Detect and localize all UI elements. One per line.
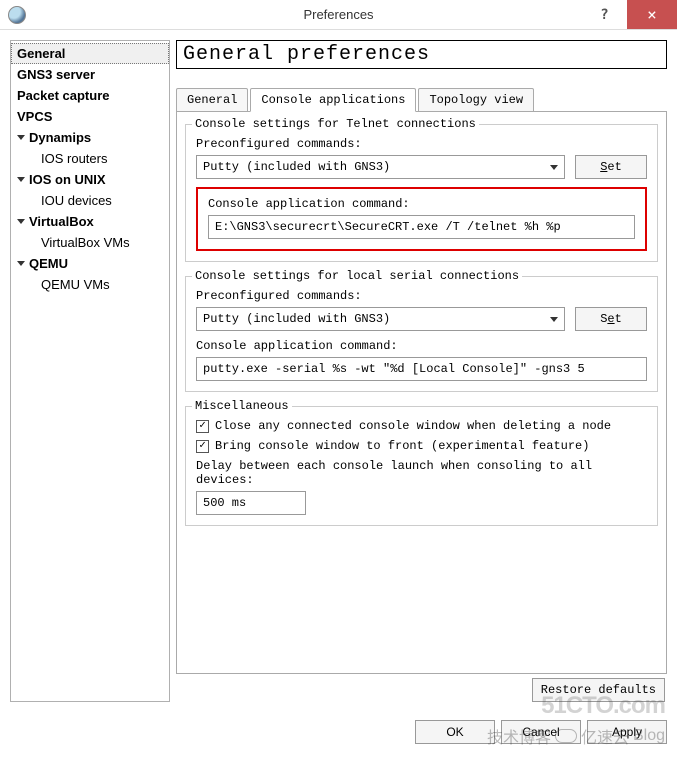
close-button[interactable]: × <box>627 0 677 29</box>
ok-button[interactable]: OK <box>415 720 495 744</box>
tab-general[interactable]: General <box>176 88 248 112</box>
window-title: Preferences <box>303 7 373 22</box>
group-serial-console: Console settings for local serial connec… <box>185 276 658 392</box>
combo-value: 500 ms <box>203 496 246 510</box>
group-telnet-console: Console settings for Telnet connections … <box>185 124 658 262</box>
tab-strip: General Console applications Topology vi… <box>176 88 667 112</box>
checkbox-close-console-row[interactable]: ✓ Close any connected console window whe… <box>196 419 647 433</box>
input-telnet-command[interactable]: E:\GNS3\securecrt\SecureCRT.exe /T /teln… <box>208 215 635 239</box>
label-serial-command: Console application command: <box>196 339 647 353</box>
sidebar-item-packet-capture[interactable]: Packet capture <box>11 85 169 106</box>
content-area: General GNS3 server Packet capture VPCS … <box>0 30 677 712</box>
input-value: putty.exe -serial %s -wt "%d [Local Cons… <box>203 362 585 376</box>
sidebar-item-general[interactable]: General <box>11 43 169 64</box>
label-preconfigured-serial: Preconfigured commands: <box>196 289 647 303</box>
sidebar-item-qemu[interactable]: QEMU <box>11 253 169 274</box>
input-serial-command[interactable]: putty.exe -serial %s -wt "%d [Local Cons… <box>196 357 647 381</box>
checkbox-bring-front[interactable]: ✓ <box>196 440 209 453</box>
tab-console-applications[interactable]: Console applications <box>250 88 416 112</box>
combo-value: Putty (included with GNS3) <box>203 160 390 174</box>
combo-preconfigured-serial[interactable]: Putty (included with GNS3) <box>196 307 565 331</box>
sidebar-item-ios-routers[interactable]: IOS routers <box>11 148 169 169</box>
restore-row: Restore defaults <box>176 674 667 702</box>
input-value: E:\GNS3\securecrt\SecureCRT.exe /T /teln… <box>215 220 561 234</box>
group-telnet-command-highlight: Console application command: E:\GNS3\sec… <box>196 187 647 251</box>
page-title: General preferences <box>176 40 667 69</box>
restore-defaults-button[interactable]: Restore defaults <box>532 678 665 702</box>
set-telnet-button[interactable]: Set <box>575 155 647 179</box>
preferences-sidebar: General GNS3 server Packet capture VPCS … <box>10 40 170 702</box>
chevron-down-icon <box>550 165 558 170</box>
group-miscellaneous: Miscellaneous ✓ Close any connected cons… <box>185 406 658 526</box>
chevron-down-icon <box>17 177 25 182</box>
sidebar-item-gns3-server[interactable]: GNS3 server <box>11 64 169 85</box>
dialog-footer: OK Cancel Apply <box>0 712 677 754</box>
window-controls: ? × <box>582 0 677 29</box>
checkbox-bring-front-row[interactable]: ✓ Bring console window to front (experim… <box>196 439 647 453</box>
checkbox-label: Close any connected console window when … <box>215 419 611 433</box>
set-serial-button[interactable]: Set <box>575 307 647 331</box>
checkbox-label: Bring console window to front (experimen… <box>215 439 589 453</box>
apply-button[interactable]: Apply <box>587 720 667 744</box>
main-panel: General preferences General Console appl… <box>176 40 667 702</box>
group-misc-title: Miscellaneous <box>192 399 292 413</box>
combo-value: Putty (included with GNS3) <box>203 312 390 326</box>
help-button[interactable]: ? <box>582 0 627 29</box>
tab-topology-view[interactable]: Topology view <box>418 88 534 112</box>
sidebar-item-iou-devices[interactable]: IOU devices <box>11 190 169 211</box>
label-preconfigured-telnet: Preconfigured commands: <box>196 137 647 151</box>
checkbox-close-console[interactable]: ✓ <box>196 420 209 433</box>
chevron-down-icon <box>550 317 558 322</box>
sidebar-item-ios-on-unix[interactable]: IOS on UNIX <box>11 169 169 190</box>
sidebar-item-virtualbox[interactable]: VirtualBox <box>11 211 169 232</box>
sidebar-item-vpcs[interactable]: VPCS <box>11 106 169 127</box>
combo-preconfigured-telnet[interactable]: Putty (included with GNS3) <box>196 155 565 179</box>
sidebar-item-dynamips[interactable]: Dynamips <box>11 127 169 148</box>
chevron-down-icon <box>17 219 25 224</box>
sidebar-item-qemu-vms[interactable]: QEMU VMs <box>11 274 169 295</box>
combo-delay[interactable]: 500 ms <box>196 491 306 515</box>
cancel-button[interactable]: Cancel <box>501 720 581 744</box>
chevron-down-icon <box>17 261 25 266</box>
app-icon <box>8 6 26 24</box>
title-bar: Preferences ? × <box>0 0 677 30</box>
label-delay: Delay between each console launch when c… <box>196 459 647 487</box>
label-telnet-command: Console application command: <box>208 197 635 211</box>
sidebar-item-virtualbox-vms[interactable]: VirtualBox VMs <box>11 232 169 253</box>
group-serial-title: Console settings for local serial connec… <box>192 269 522 283</box>
tab-panel: Console settings for Telnet connections … <box>176 111 667 674</box>
group-telnet-title: Console settings for Telnet connections <box>192 117 479 131</box>
chevron-down-icon <box>17 135 25 140</box>
